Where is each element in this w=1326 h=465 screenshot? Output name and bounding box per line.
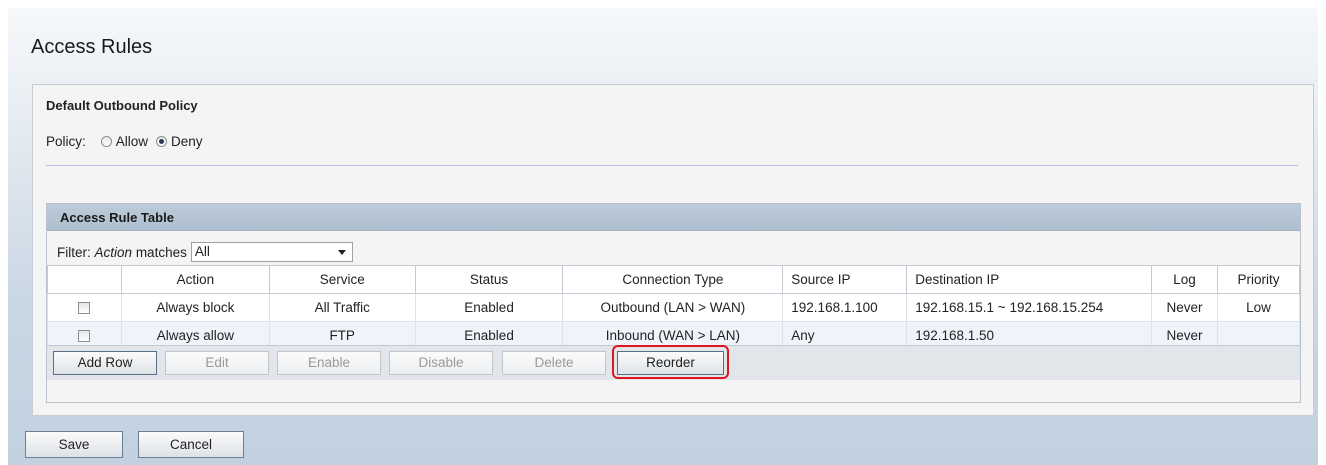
- column-header-destination-ip: Destination IP: [906, 265, 1153, 294]
- table-action-bar: Add Row Edit Enable Disable Delete Reord…: [47, 345, 1300, 380]
- table-row: Always block All Traffic Enabled Outboun…: [47, 293, 1301, 322]
- default-outbound-policy-title: Default Outbound Policy: [46, 98, 198, 113]
- row-checkbox[interactable]: [78, 302, 91, 315]
- section-divider: [46, 165, 1298, 166]
- policy-deny-label: Deny: [171, 134, 203, 149]
- cancel-button[interactable]: Cancel: [138, 431, 244, 458]
- column-header-status: Status: [414, 265, 564, 294]
- column-header-priority: Priority: [1216, 265, 1301, 294]
- settings-panel: Default Outbound Policy Policy: Allow De…: [32, 84, 1314, 416]
- reorder-highlight-annotation: [612, 345, 729, 379]
- enable-button[interactable]: Enable: [277, 351, 381, 375]
- filter-row: Filter: Action matches All: [57, 242, 353, 262]
- cell-service: All Traffic: [268, 293, 416, 322]
- edit-button[interactable]: Edit: [165, 351, 269, 375]
- policy-deny-option[interactable]: Deny: [156, 134, 207, 149]
- column-header-select: [47, 265, 122, 294]
- column-header-source-ip: Source IP: [782, 265, 908, 294]
- access-rule-table-box: Access Rule Table Filter: Action matches…: [46, 203, 1301, 403]
- access-rule-table-title: Access Rule Table: [47, 204, 1300, 231]
- page-title: Access Rules: [31, 36, 153, 58]
- cell-status: Enabled: [414, 293, 564, 322]
- table-header-row: Action Service Status Connection Type So…: [47, 265, 1301, 294]
- add-row-button[interactable]: Add Row: [53, 351, 157, 375]
- disable-button[interactable]: Disable: [389, 351, 493, 375]
- row-checkbox[interactable]: [78, 330, 91, 343]
- column-header-service: Service: [268, 265, 416, 294]
- cell-connection-type: Outbound (LAN > WAN): [562, 293, 784, 322]
- column-header-log: Log: [1151, 265, 1218, 294]
- access-rule-table: Action Service Status Connection Type So…: [47, 265, 1301, 350]
- cell-source-ip: 192.168.1.100: [782, 293, 908, 322]
- policy-label: Policy:: [46, 134, 86, 149]
- policy-allow-option[interactable]: Allow: [100, 134, 152, 149]
- filter-matches: matches: [135, 244, 187, 260]
- cell-destination-ip: 192.168.15.1 ~ 192.168.15.254: [906, 293, 1153, 322]
- column-header-connection-type: Connection Type: [562, 265, 784, 294]
- filter-select[interactable]: All: [190, 242, 353, 262]
- filter-select-value: All: [194, 244, 210, 259]
- cell-log: Never: [1151, 293, 1218, 322]
- delete-button[interactable]: Delete: [502, 351, 606, 375]
- cell-action: Always block: [120, 293, 270, 322]
- filter-field: Action: [94, 244, 133, 260]
- save-button[interactable]: Save: [25, 431, 123, 458]
- policy-deny-radio[interactable]: [156, 136, 168, 147]
- cell-priority: Low: [1216, 293, 1301, 322]
- content-frame: Access Rules Default Outbound Policy Pol…: [8, 8, 1318, 465]
- row-checkbox-cell: [47, 293, 122, 322]
- policy-allow-label: Allow: [115, 134, 149, 149]
- policy-row: Policy: Allow Deny: [46, 134, 211, 149]
- policy-allow-radio[interactable]: [100, 136, 112, 147]
- chevron-down-icon: [337, 250, 346, 255]
- column-header-action: Action: [120, 265, 270, 294]
- filter-prefix: Filter:: [57, 244, 91, 260]
